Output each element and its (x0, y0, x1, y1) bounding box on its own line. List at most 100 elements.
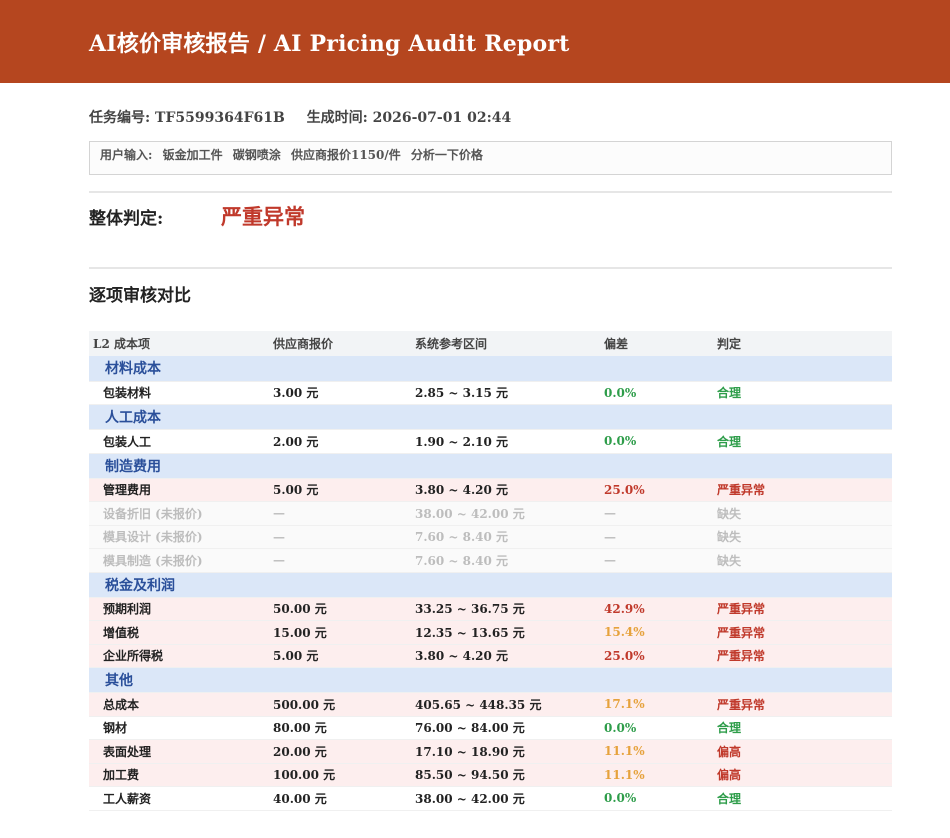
section-title: 逐项审核对比 (89, 286, 191, 306)
cell-cost-item: 钢材 (89, 716, 269, 740)
divider (89, 267, 892, 269)
header-deviation: 偏差 (600, 331, 713, 356)
cell-judgement: 合理 (713, 716, 892, 740)
cell-deviation: 42.9% (600, 597, 713, 621)
cell-judgement: 合理 (713, 786, 892, 811)
category-label: 人工成本 (89, 404, 892, 430)
cell-deviation: 25.0% (600, 644, 713, 668)
table-row: 增值税 15.00 元 12.35 ~ 13.65 元 15.4% 严重异常 (89, 620, 892, 645)
cell-reference-range: 1.90 ~ 2.10 元 (411, 429, 600, 454)
audit-table-body: 材料成本 包装材料 3.00 元 2.85 ~ 3.15 元 0.0% 合理 人工成本 包装人… (89, 356, 892, 811)
cell-supplier-quote: 5.00 元 (269, 478, 411, 502)
table-row: 企业所得税 5.00 元 3.80 ~ 4.20 元 25.0% 严重异常 (89, 644, 892, 668)
report-meta: 任务编号: TF5599364F61B 生成时间: 2026-07-01 02:… (89, 107, 892, 126)
category-row: 其他 (89, 667, 892, 693)
cell-supplier-quote: 20.00 元 (269, 739, 411, 764)
cell-judgement: 严重异常 (713, 644, 892, 668)
table-row: 模具设计 (未报价) —7.60 ~ 8.40 元 — 缺失 (89, 525, 892, 549)
cell-supplier-quote: 80.00 元 (269, 716, 411, 740)
cell-supplier-quote: 3.00 元 (269, 381, 411, 405)
category-label: 材料成本 (89, 356, 892, 382)
cell-judgement: 严重异常 (713, 620, 892, 645)
cell-reference-range: 7.60 ~ 8.40 元 (411, 525, 600, 549)
cell-reference-range: 85.50 ~ 94.50 元 (411, 763, 600, 787)
verdict-value: 严重异常 (221, 204, 305, 229)
cell-reference-range: 405.65 ~ 448.35 元 (411, 692, 600, 717)
cell-reference-range: 3.80 ~ 4.20 元 (411, 644, 600, 668)
header-cost-item: L2 成本项 (89, 331, 269, 356)
category-row: 人工成本 (89, 404, 892, 430)
report-title: AI核价审核报告 / AI Pricing Audit Report (89, 30, 570, 57)
header-judgement: 判定 (713, 331, 892, 356)
cell-judgement: 缺失 (713, 501, 892, 526)
cell-deviation: — (600, 525, 713, 549)
task-id-value: TF5599364F61B (155, 110, 285, 126)
table-row: 工人薪资 40.00 元 38.00 ~ 42.00 元 0.0% 合理 (89, 786, 892, 811)
cell-cost-item: 包装人工 (89, 429, 269, 454)
cell-judgement: 缺失 (713, 525, 892, 549)
cell-supplier-quote: 100.00 元 (269, 763, 411, 787)
cell-cost-item: 模具设计 (未报价) (89, 525, 269, 549)
cell-supplier-quote: 5.00 元 (269, 644, 411, 668)
cell-deviation: 25.0% (600, 478, 713, 502)
category-label: 税金及利润 (89, 572, 892, 598)
cell-reference-range: 3.80 ~ 4.20 元 (411, 478, 600, 502)
table-row: 管理费用 5.00 元 3.80 ~ 4.20 元 25.0% 严重异常 (89, 478, 892, 502)
cell-deviation: 0.0% (600, 716, 713, 740)
cell-cost-item: 企业所得税 (89, 644, 269, 668)
divider (89, 191, 892, 193)
table-row: 加工费 100.00 元 85.50 ~ 94.50 元 11.1% 偏高 (89, 763, 892, 787)
overall-verdict: 整体判定: 严重异常 (89, 201, 892, 231)
cell-deviation: 0.0% (600, 429, 713, 454)
cell-cost-item: 包装材料 (89, 381, 269, 405)
table-header-row: L2 成本项 供应商报价 系统参考区间 偏差 判定 (89, 331, 892, 356)
user-input-text: 用户输入: 钣金加工件 碳钢喷涂 供应商报价1150/件 分析一下价格 (100, 148, 483, 162)
cell-supplier-quote: 2.00 元 (269, 429, 411, 454)
generated-time-label: 生成时间: (306, 110, 368, 126)
verdict-label: 整体判定: (89, 208, 164, 229)
table-row: 钢材 80.00 元 76.00 ~ 84.00 元 0.0% 合理 (89, 716, 892, 740)
header-reference-range: 系统参考区间 (411, 331, 600, 356)
table-row: 表面处理 20.00 元 17.10 ~ 18.90 元 11.1% 偏高 (89, 739, 892, 764)
cell-supplier-quote: — (269, 501, 411, 526)
cell-judgement: 缺失 (713, 548, 892, 573)
category-row: 税金及利润 (89, 572, 892, 598)
generated-time-value: 2026-07-01 02:44 (372, 110, 512, 126)
category-label: 制造费用 (89, 453, 892, 479)
cell-judgement: 合理 (713, 429, 892, 454)
header-supplier-quote: 供应商报价 (269, 331, 411, 356)
cell-cost-item: 预期利润 (89, 597, 269, 621)
table-row: 设备折旧 (未报价) —38.00 ~ 42.00 元 — 缺失 (89, 501, 892, 526)
cell-cost-item: 设备折旧 (未报价) (89, 501, 269, 526)
cell-reference-range: 7.60 ~ 8.40 元 (411, 548, 600, 573)
cell-cost-item: 表面处理 (89, 739, 269, 764)
category-row: 制造费用 (89, 453, 892, 479)
cell-deviation: 17.1% (600, 692, 713, 717)
category-label: 其他 (89, 667, 892, 693)
report-header: AI核价审核报告 / AI Pricing Audit Report (0, 0, 950, 83)
table-row: 模具制造 (未报价) —7.60 ~ 8.40 元 — 缺失 (89, 548, 892, 573)
table-row: 总成本 500.00 元 405.65 ~ 448.35 元 17.1% 严重异常 (89, 692, 892, 717)
cell-judgement: 合理 (713, 381, 892, 405)
cell-judgement: 严重异常 (713, 478, 892, 502)
cell-deviation: 0.0% (600, 381, 713, 405)
cell-judgement: 偏高 (713, 739, 892, 764)
cell-reference-range: 38.00 ~ 42.00 元 (411, 501, 600, 526)
cell-reference-range: 17.10 ~ 18.90 元 (411, 739, 600, 764)
user-input-box: 用户输入: 钣金加工件 碳钢喷涂 供应商报价1150/件 分析一下价格 (89, 141, 892, 175)
cell-deviation: — (600, 548, 713, 573)
cell-cost-item: 管理费用 (89, 478, 269, 502)
cell-reference-range: 38.00 ~ 42.00 元 (411, 786, 600, 811)
cell-judgement: 严重异常 (713, 692, 892, 717)
cell-reference-range: 2.85 ~ 3.15 元 (411, 381, 600, 405)
table-row: 包装材料 3.00 元 2.85 ~ 3.15 元 0.0% 合理 (89, 381, 892, 405)
cell-supplier-quote: — (269, 525, 411, 549)
cell-judgement: 严重异常 (713, 597, 892, 621)
category-row: 材料成本 (89, 356, 892, 382)
cell-deviation: — (600, 501, 713, 526)
cell-reference-range: 12.35 ~ 13.65 元 (411, 620, 600, 645)
cell-supplier-quote: 40.00 元 (269, 786, 411, 811)
cell-cost-item: 工人薪资 (89, 786, 269, 811)
cell-supplier-quote: 50.00 元 (269, 597, 411, 621)
task-id-label: 任务编号: (89, 110, 151, 126)
